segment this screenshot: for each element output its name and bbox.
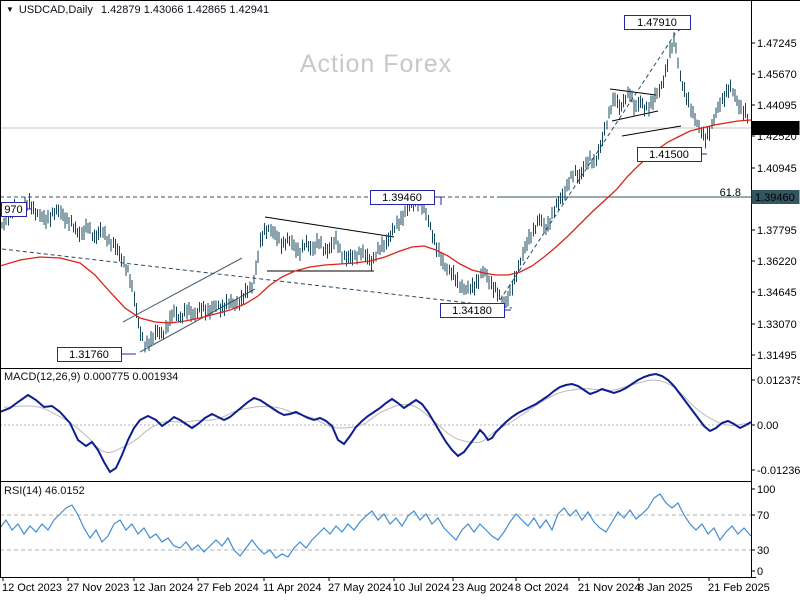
price-axis-label: 1.34645	[757, 287, 797, 299]
axis-price-chip-label: 1.42941	[755, 123, 795, 135]
date-axis-label: 27 Nov 2023	[67, 582, 129, 594]
price-axis-label: 1.45670	[757, 69, 797, 81]
date-axis-label: 27 May 2024	[328, 582, 392, 594]
rsi-axis-label: 70	[757, 510, 769, 522]
long-descending-dashed-line	[1, 248, 513, 309]
macd-axis-label: 0.00	[757, 420, 778, 432]
date-axis-label: 10 Jul 2024	[393, 582, 450, 594]
macd-axis-label: -0.012367	[757, 465, 800, 477]
price-annotation-label: 1.34180	[452, 305, 492, 317]
rsi-indicator-label: RSI(14) 46.0152	[4, 485, 85, 497]
chart-title-bar: ▼ USDCAD,Daily 1.42879 1.43066 1.42865 1.4…	[6, 4, 269, 16]
price-axis-label: 1.37795	[757, 225, 797, 237]
rsi-axis-label: 100	[757, 484, 775, 496]
macd-values: 0.000775 0.001934	[83, 371, 179, 383]
axis-price-chip-label: 1.39460	[755, 192, 795, 204]
rsi-axis-label: 0	[757, 566, 763, 578]
macd-axis-label: 0.012375	[757, 375, 800, 387]
date-axis-label: 12 Jan 2024	[133, 582, 194, 594]
price-annotation-label: 1.41500	[649, 149, 689, 161]
price-axis-label: 1.44095	[757, 100, 797, 112]
channel-lower-line	[139, 288, 256, 353]
rsi-axis-label: 30	[757, 545, 769, 557]
macd-name: MACD(12,26,9)	[4, 371, 81, 383]
fib-ratio-label: 61.8	[720, 187, 741, 199]
title-ohlc-values: 1.42879 1.43066 1.42865 1.42941	[100, 4, 270, 16]
rsi-value: 46.0152	[44, 485, 85, 497]
price-annotation-label: 1.39460	[382, 192, 422, 204]
price-axis-label: 1.47245	[757, 38, 797, 50]
macd-main-line	[0, 372, 752, 474]
price-annotation-label: 1.47910	[637, 17, 677, 29]
macd-signal-line	[3, 379, 752, 454]
flag-upper-line	[609, 88, 657, 96]
symbol-period-label: USDCAD,Daily	[18, 4, 93, 16]
macd-indicator-label: MACD(12,26,9) 0.000775 0.001934	[4, 371, 178, 383]
ascending-dashed-line	[499, 30, 678, 301]
mt4-chart-window: Action Forex 1.47245 1.45670 1.44095 1.4252…	[0, 0, 800, 600]
price-annotation-label: 970	[4, 204, 22, 216]
price-axis-label: 1.40945	[757, 163, 797, 175]
price-annotation-label: 1.31760	[69, 349, 109, 361]
date-axis-label: 8 Oct 2024	[515, 582, 569, 594]
symbol-dropdown-icon[interactable]: ▼	[6, 5, 14, 14]
rsi-name: RSI(14)	[4, 485, 42, 497]
date-axis-label: 21 Feb 2025	[708, 582, 770, 594]
annotation-connector	[434, 196, 442, 205]
date-axis-label: 27 Feb 2024	[197, 582, 259, 594]
date-axis-label: 12 Oct 2023	[2, 582, 62, 594]
date-axis-label: 23 Aug 2024	[452, 582, 514, 594]
wedge-upper-line	[264, 216, 395, 238]
date-axis-label: 11 Apr 2024	[263, 582, 322, 594]
price-axis-label: 1.31495	[757, 350, 797, 362]
chart-canvas[interactable]: 1.472451.456701.440951.425201.409451.393…	[0, 0, 800, 600]
rsi-line	[0, 493, 752, 559]
price-axis-label: 1.36220	[757, 256, 797, 268]
date-axis-label: 8 Jan 2025	[638, 582, 692, 594]
price-axis-label: 1.33070	[757, 319, 797, 331]
date-axis-label: 21 Nov 2024	[578, 582, 640, 594]
